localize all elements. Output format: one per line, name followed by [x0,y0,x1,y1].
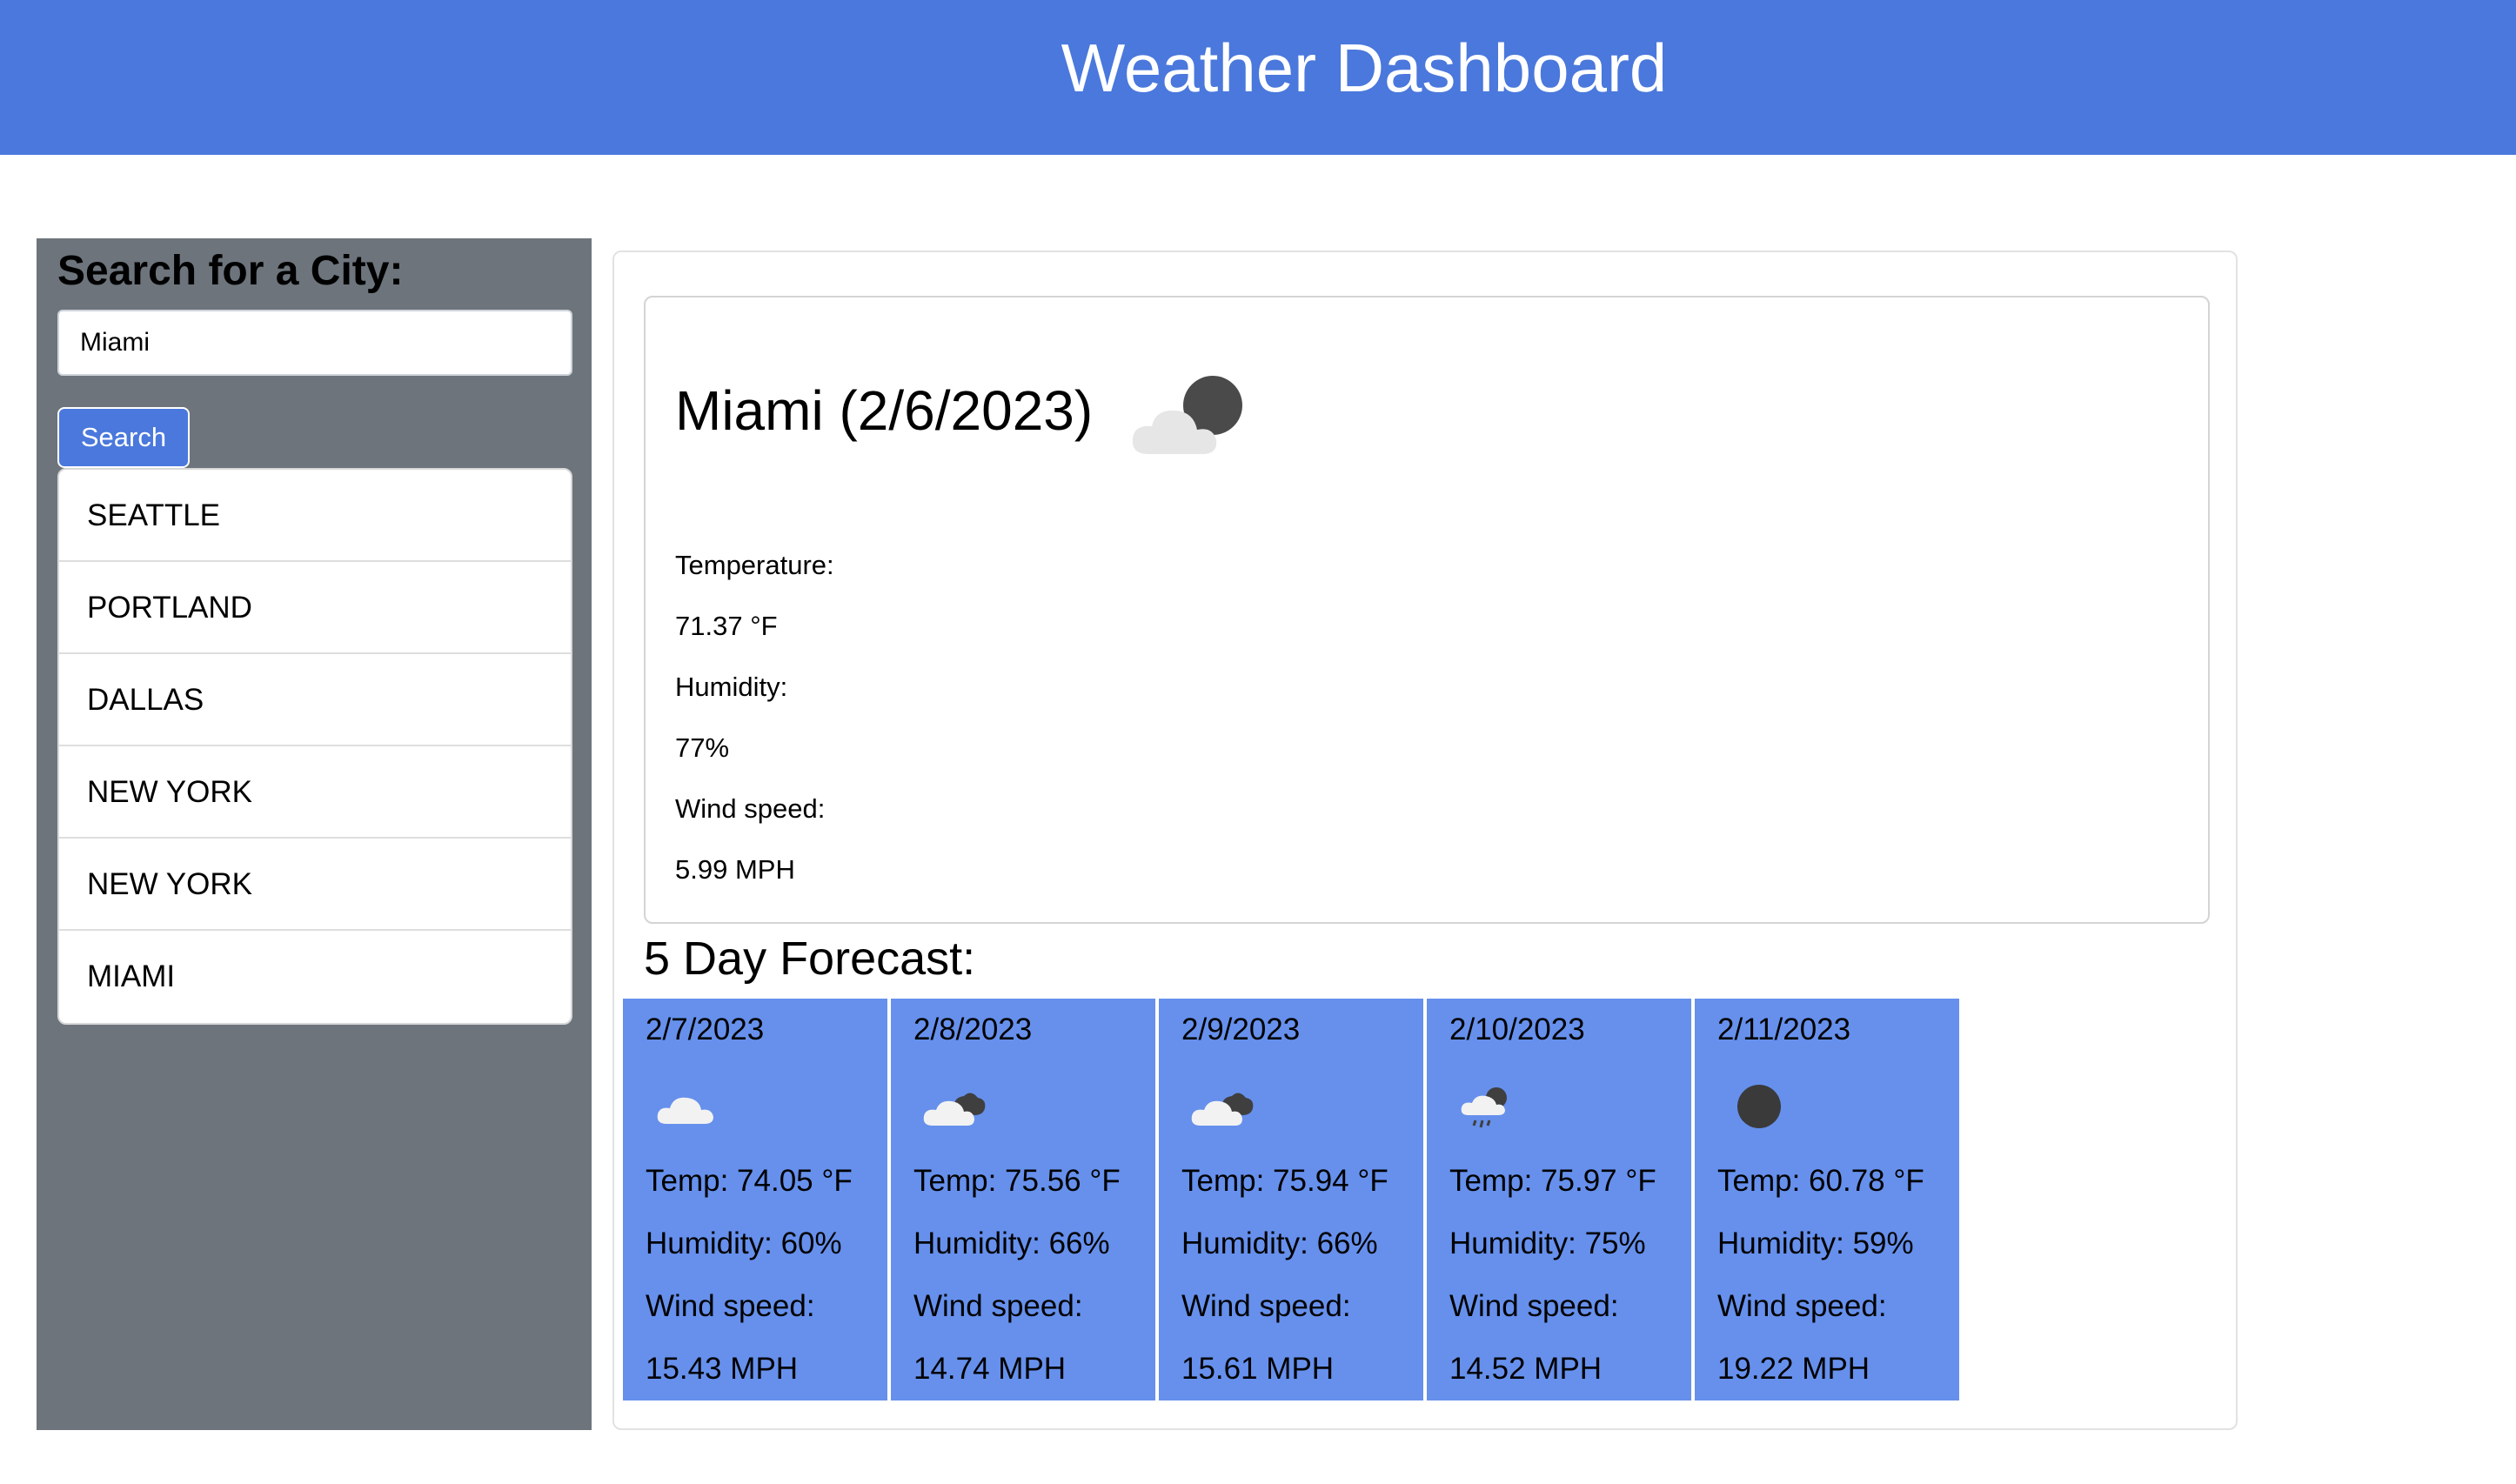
forecast-wind-value: 19.22 MPH [1717,1352,1870,1386]
history-city-item[interactable]: SEATTLE [59,470,571,562]
forecast-humidity: Humidity: 60% [646,1227,842,1260]
current-weather-card: Miami (2/6/2023) Temperature: 71.37 °F H… [644,296,2210,924]
forecast-wind-value: 15.43 MPH [646,1352,799,1386]
history-city-item[interactable]: NEW YORK [59,839,571,931]
weather-panel: Miami (2/6/2023) Temperature: 71.37 °F H… [612,251,2238,1430]
forecast-date: 2/10/2023 [1449,1013,1585,1046]
forecast-humidity: Humidity: 75% [1449,1227,1646,1260]
forecast-wind-label: Wind speed: [1449,1289,1619,1323]
forecast-temp: Temp: 75.56 °F [913,1164,1121,1198]
forecast-date: 2/7/2023 [646,1013,765,1046]
rain-icon [1461,1087,1507,1128]
humidity-label: Humidity: [675,672,788,702]
forecast-day-card: 2/9/2023 Temp: 75.94 °F Humidity: 66% Wi… [1159,999,1423,1400]
broken-clouds-icon [923,1093,986,1126]
history-city-item[interactable]: DALLAS [59,654,571,746]
humidity-value: 77% [675,732,730,763]
cloud-icon [657,1097,713,1124]
wind-value: 5.99 MPH [675,854,795,885]
history-city-item[interactable]: MIAMI [59,931,571,1023]
broken-clouds-icon [1191,1093,1254,1126]
forecast-day-card: 2/11/2023 Temp: 60.78 °F Humidity: 59% W… [1695,999,1959,1400]
forecast-temp: Temp: 74.05 °F [646,1164,853,1198]
temperature-label: Temperature: [675,550,834,580]
search-title: Search for a City: [57,248,404,294]
search-button[interactable]: Search [57,407,190,468]
forecast-date: 2/8/2023 [913,1013,1033,1046]
forecast-date: 2/9/2023 [1181,1013,1301,1046]
forecast-heading: 5 Day Forecast: [644,933,976,985]
forecast-wind-label: Wind speed: [1717,1289,1887,1323]
city-search-input[interactable] [57,310,572,376]
current-city-title: Miami (2/6/2023) [675,379,1094,442]
history-city-item[interactable]: PORTLAND [59,562,571,654]
forecast-humidity: Humidity: 59% [1717,1227,1914,1260]
forecast-wind-label: Wind speed: [913,1289,1083,1323]
history-city-item[interactable]: NEW YORK [59,746,571,839]
forecast-temp: Temp: 75.97 °F [1449,1164,1656,1198]
cloud-night-icon [1132,376,1242,454]
temperature-value: 71.37 °F [675,611,778,641]
forecast-date: 2/11/2023 [1717,1013,1851,1046]
forecast-day-card: 2/7/2023 Temp: 74.05 °F Humidity: 60% Wi… [623,999,887,1400]
forecast-wind-value: 14.52 MPH [1449,1352,1603,1386]
forecast-wind-value: 14.74 MPH [913,1352,1067,1386]
search-sidebar: Search for a City: Search SEATTLE PORTLA… [37,238,592,1430]
forecast-wind-label: Wind speed: [1181,1289,1351,1323]
clear-night-icon [1737,1085,1781,1128]
forecast-wind-value: 15.61 MPH [1181,1352,1335,1386]
forecast-row: 2/7/2023 Temp: 74.05 °F Humidity: 60% Wi… [623,999,1963,1400]
wind-label: Wind speed: [675,793,826,824]
forecast-humidity: Humidity: 66% [1181,1227,1378,1260]
forecast-temp: Temp: 60.78 °F [1717,1164,1924,1198]
forecast-day-card: 2/8/2023 Temp: 75.56 °F Humidity: 66% Wi… [891,999,1155,1400]
forecast-humidity: Humidity: 66% [913,1227,1110,1260]
forecast-temp: Temp: 75.94 °F [1181,1164,1388,1198]
page-header: Weather Dashboard [0,0,2516,155]
page-title: Weather Dashboard [1061,30,1668,106]
search-history-list: SEATTLE PORTLAND DALLAS NEW YORK NEW YOR… [57,468,572,1025]
forecast-day-card: 2/10/2023 Temp: 75.97 °F Humidity: 75% W… [1427,999,1691,1400]
forecast-wind-label: Wind speed: [646,1289,815,1323]
